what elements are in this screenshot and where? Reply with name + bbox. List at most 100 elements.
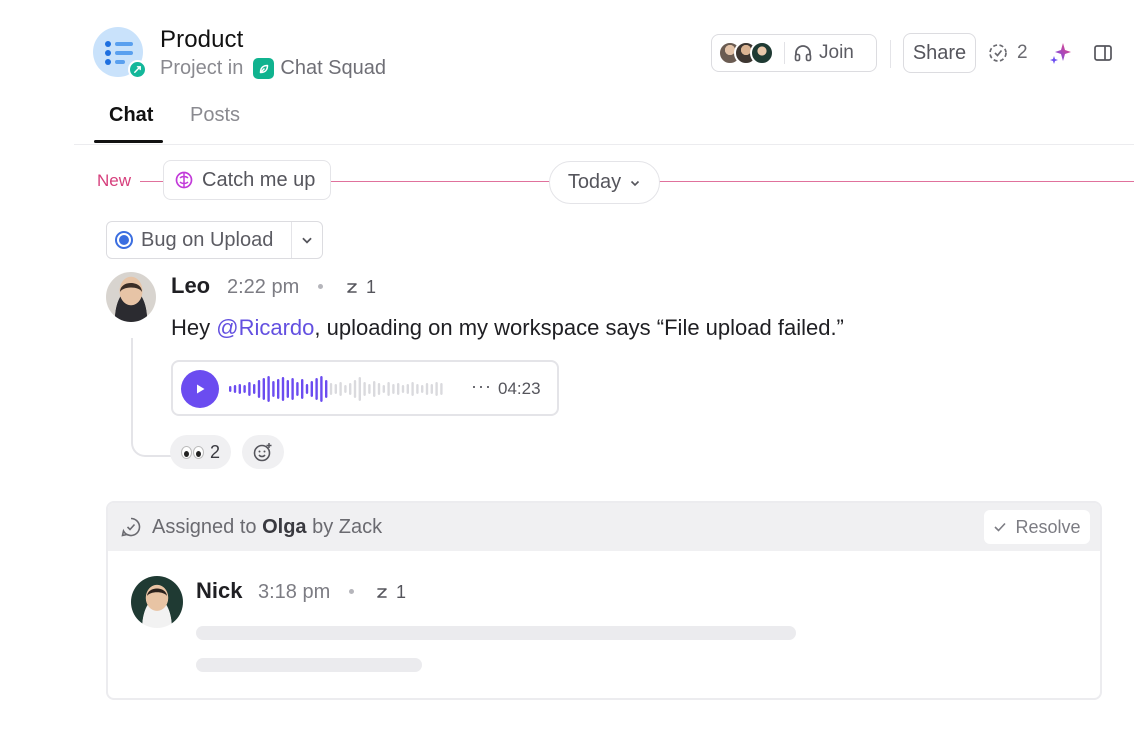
tab-chat[interactable]: Chat: [109, 104, 153, 127]
waveform-bar: [334, 384, 337, 394]
waveform-bar: [349, 383, 352, 395]
space-link[interactable]: Chat Squad: [280, 57, 386, 80]
waveform-bar: [301, 379, 304, 399]
thread-icon: [377, 587, 387, 598]
catch-me-up-label: Catch me up: [202, 168, 316, 191]
resolve-button[interactable]: Resolve: [984, 510, 1090, 544]
topic-label-button[interactable]: Bug on Upload: [107, 222, 292, 258]
thread-replies-button[interactable]: 1: [344, 277, 376, 298]
check-icon: [994, 522, 1007, 532]
reply-count: 1: [366, 277, 377, 297]
waveform-bar: [286, 380, 289, 398]
waveform-bar: [353, 380, 357, 398]
space-leaf-icon: [253, 58, 275, 79]
waveform-bar: [296, 382, 299, 396]
waveform-bar: [397, 383, 400, 395]
waveform-bar: [253, 384, 256, 394]
date-divider-button[interactable]: Today: [549, 161, 660, 204]
assigned-check-icon: [121, 517, 141, 537]
message-body: Hey @Ricardo, uploading on my workspace …: [171, 315, 844, 340]
add-reaction-button[interactable]: [242, 435, 284, 469]
reply-count: 1: [396, 582, 407, 602]
thread-replies-button[interactable]: 1: [374, 582, 406, 603]
user-mention[interactable]: @Ricardo: [216, 315, 314, 340]
waveform-bar: [425, 383, 429, 395]
waveform-bar: [267, 376, 270, 402]
sidebar-toggle-icon[interactable]: [1093, 43, 1113, 68]
assignee-name[interactable]: Olga: [262, 516, 306, 538]
follower-count: 2: [1017, 42, 1028, 63]
topic-dropdown-button[interactable]: [292, 233, 322, 247]
waveform-bar: [277, 379, 280, 399]
breadcrumb: Project in Chat Squad: [160, 57, 386, 80]
chat-badge-icon: [128, 60, 147, 79]
assigner-name[interactable]: Zack: [339, 516, 382, 538]
join-button[interactable]: Join: [793, 42, 854, 64]
waveform-bar: [435, 382, 438, 396]
waveform-bar: [329, 383, 333, 395]
assignment-text: Assigned to Olga by Zack: [152, 515, 383, 538]
avatar[interactable]: [131, 576, 183, 628]
message-time: 3:18 pm: [258, 581, 331, 603]
waveform-bar: [248, 382, 251, 396]
waveform-bar: [320, 376, 323, 402]
ai-brain-icon: [175, 171, 193, 189]
subtitle-prefix: Project in: [160, 57, 244, 79]
more-options-icon[interactable]: ···: [471, 376, 492, 397]
thread-icon: [347, 282, 357, 293]
waveform-bar: [238, 384, 241, 394]
share-button[interactable]: Share: [903, 33, 976, 73]
waveform-bar: [233, 385, 237, 393]
waveform-bar: [387, 382, 390, 396]
play-button[interactable]: [181, 370, 219, 408]
waveform-bar: [358, 377, 361, 401]
waveform-bar: [315, 378, 318, 400]
audio-waveform[interactable]: [229, 374, 449, 404]
topic-status-icon: [115, 231, 133, 249]
topic-label: Bug on Upload: [141, 228, 274, 251]
waveform-bar: [291, 378, 294, 400]
waveform-bar: [377, 383, 381, 395]
waveform-bar: [382, 385, 385, 393]
catch-me-up-button[interactable]: Catch me up: [163, 160, 331, 200]
audio-duration: 04:23: [498, 379, 541, 398]
loading-placeholder: [196, 658, 422, 672]
participant-avatar: [750, 41, 774, 65]
waveform-bar: [243, 385, 246, 393]
waveform-bar: [229, 386, 232, 392]
new-messages-label: New: [97, 171, 132, 190]
followers-icon: [989, 44, 1007, 62]
project-logo: [93, 27, 147, 79]
message-time: 2:22 pm: [227, 276, 300, 298]
waveform-bar: [257, 380, 261, 398]
date-label: Today: [567, 171, 622, 193]
add-emoji-icon: [253, 443, 272, 462]
topic-selector[interactable]: Bug on Upload: [106, 221, 323, 259]
reaction-eyes[interactable]: 2: [170, 435, 231, 469]
loading-placeholder: [196, 626, 796, 640]
avatar[interactable]: [106, 272, 156, 322]
assignment-header: Assigned to Olga by Zack Resolve: [108, 503, 1100, 551]
waveform-bar: [421, 385, 424, 393]
waveform-bar: [368, 384, 371, 394]
waveform-bar: [310, 381, 313, 397]
thread-connector: [131, 338, 171, 457]
followers-button[interactable]: 2: [987, 42, 1028, 64]
waveform-bar: [401, 385, 405, 393]
message-author[interactable]: Nick: [196, 578, 242, 604]
ai-sparkle-icon[interactable]: [1049, 41, 1073, 70]
huddle-widget[interactable]: Join: [711, 34, 877, 72]
tabs-divider: [74, 144, 1134, 145]
message-author[interactable]: Leo: [171, 273, 210, 299]
join-label: Join: [819, 42, 854, 63]
waveform-bar: [363, 382, 366, 396]
headphones-icon: [794, 45, 812, 62]
waveform-bar: [339, 382, 342, 396]
chevron-down-icon: [631, 180, 640, 186]
resolve-label: Resolve: [1015, 516, 1081, 537]
waveform-bar: [430, 384, 433, 394]
play-icon: [197, 384, 205, 394]
tab-posts[interactable]: Posts: [190, 104, 240, 127]
active-tab-indicator: [94, 140, 163, 143]
waveform-bar: [392, 384, 395, 394]
